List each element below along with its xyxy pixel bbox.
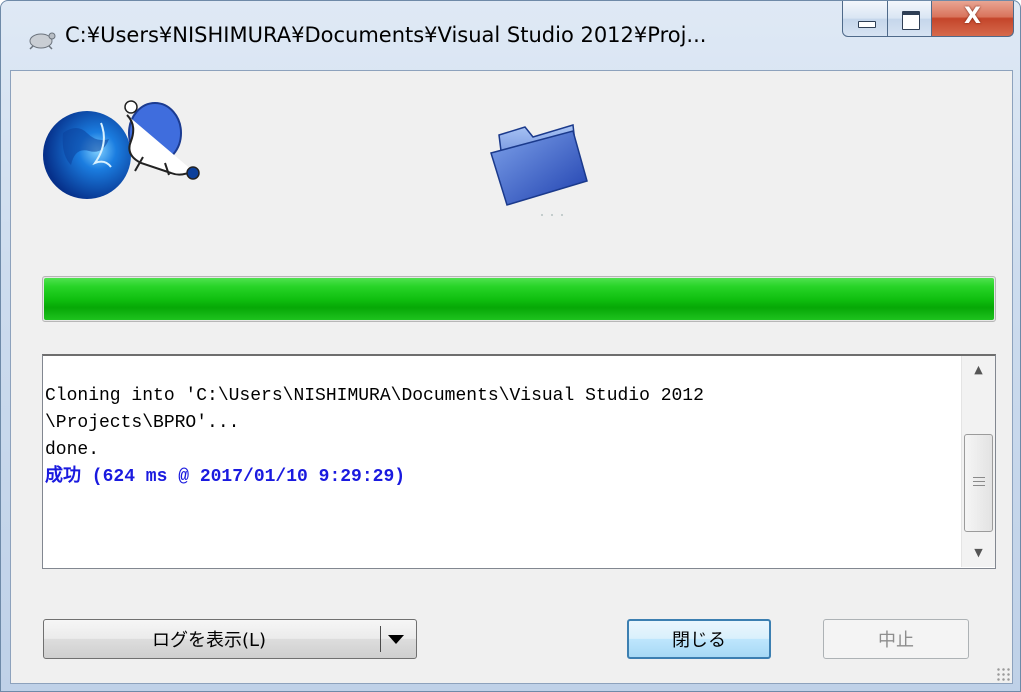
log-line: \Projects\BPRO'... bbox=[45, 413, 240, 433]
scroll-down-icon[interactable]: ▼ bbox=[962, 539, 995, 567]
globe-turtle-icon bbox=[43, 100, 200, 199]
success-detail: (624 ms @ 2017/01/10 9:29:29) bbox=[81, 467, 406, 487]
caption-buttons: X bbox=[842, 1, 1014, 37]
log-line: Cloning into 'C:\Users\NISHIMURA\Documen… bbox=[45, 386, 704, 406]
window-title: C:¥Users¥NISHIMURA¥Documents¥Visual Stud… bbox=[65, 23, 707, 47]
log-output[interactable]: Cloning into 'C:\Users\NISHIMURA\Documen… bbox=[42, 354, 996, 569]
split-divider bbox=[380, 626, 381, 652]
resize-grip-icon[interactable] bbox=[996, 667, 1010, 681]
title-bar[interactable]: C:¥Users¥NISHIMURA¥Documents¥Visual Stud… bbox=[1, 1, 1020, 69]
maximize-button[interactable] bbox=[888, 1, 932, 37]
scroll-thumb[interactable] bbox=[964, 434, 993, 532]
progress-bar bbox=[42, 276, 996, 322]
show-log-button[interactable]: ログを表示(L) bbox=[43, 619, 417, 659]
vertical-scrollbar[interactable]: ▲ ▼ bbox=[961, 356, 995, 567]
progress-fill bbox=[44, 278, 994, 320]
tortoisegit-icon bbox=[29, 32, 56, 50]
close-icon: X bbox=[964, 4, 981, 29]
dialog-body: Cloning into 'C:\Users\NISHIMURA\Documen… bbox=[10, 70, 1013, 684]
chevron-down-icon[interactable] bbox=[388, 635, 404, 644]
log-success-line: 成功 (624 ms @ 2017/01/10 9:29:29) bbox=[45, 464, 957, 491]
show-log-label: ログを表示(L) bbox=[151, 630, 267, 651]
log-line: done. bbox=[45, 440, 100, 460]
window: C:¥Users¥NISHIMURA¥Documents¥Visual Stud… bbox=[0, 0, 1021, 692]
log-text: Cloning into 'C:\Users\NISHIMURA\Documen… bbox=[45, 356, 957, 567]
minimize-button[interactable] bbox=[842, 1, 888, 37]
folder-icon bbox=[490, 124, 588, 216]
close-button[interactable]: 閉じる bbox=[627, 619, 771, 659]
abort-button[interactable]: 中止 bbox=[823, 619, 969, 659]
success-label: 成功 bbox=[45, 467, 81, 487]
close-window-button[interactable]: X bbox=[932, 1, 1014, 37]
grip-icon bbox=[973, 477, 985, 486]
scroll-up-icon[interactable]: ▲ bbox=[962, 356, 995, 384]
